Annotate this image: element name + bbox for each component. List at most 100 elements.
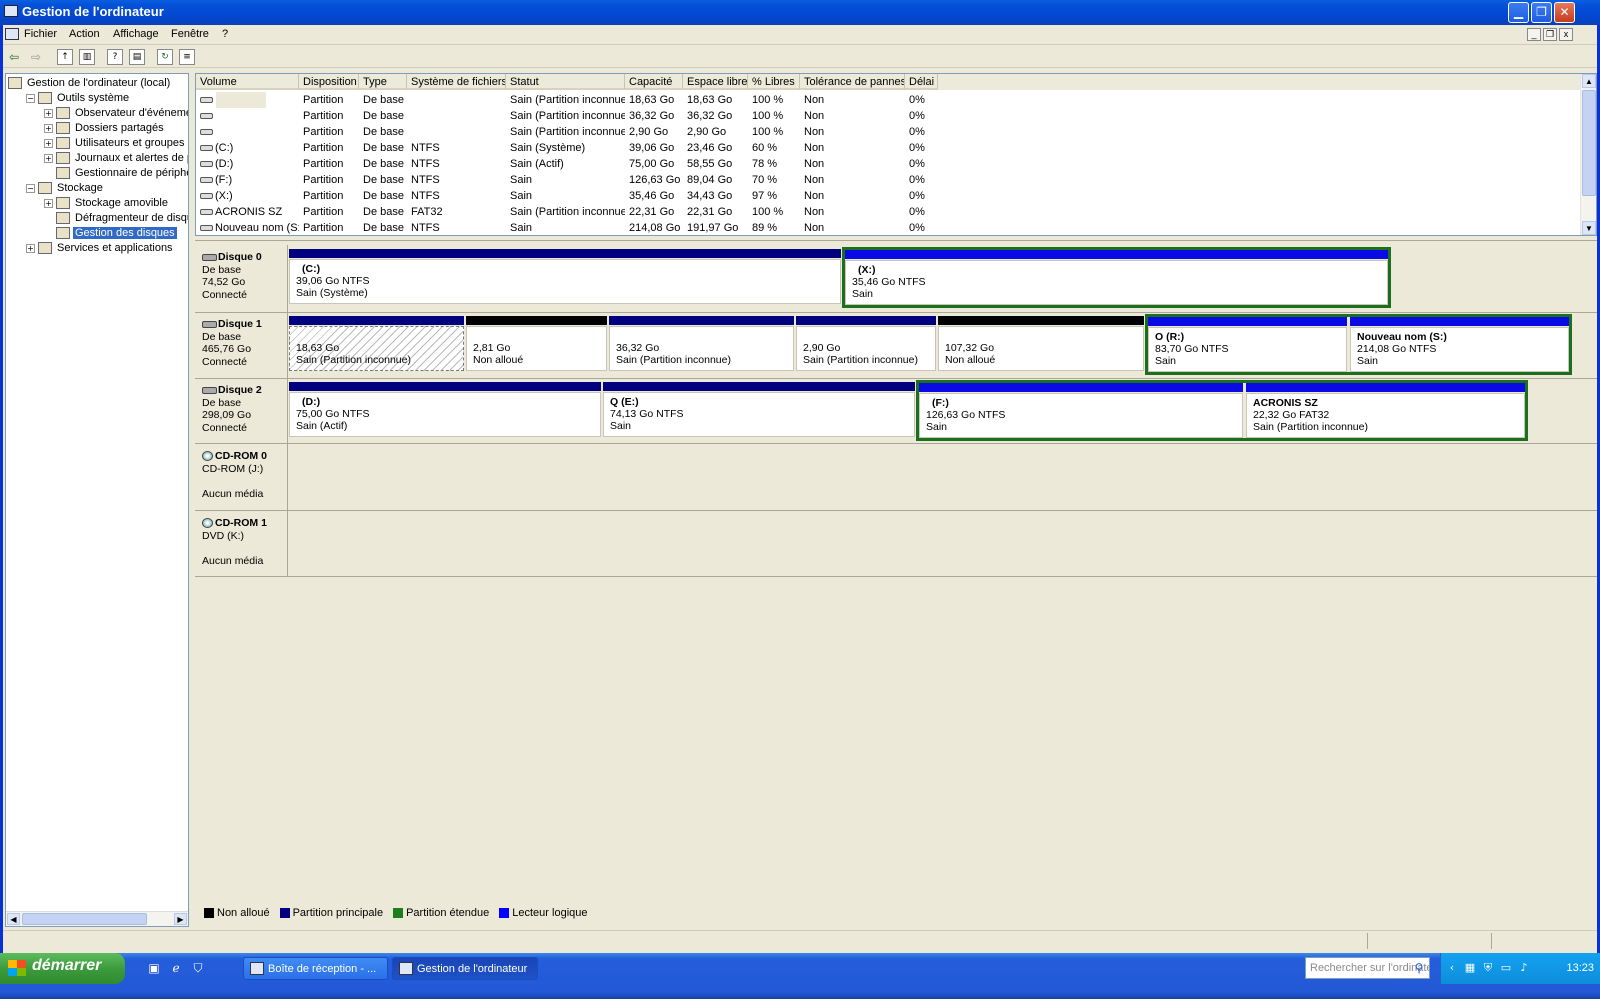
column-header[interactable]: Tolérance de pannes xyxy=(800,74,905,90)
defrag-icon xyxy=(56,212,70,225)
volume-list-scrollbar[interactable]: ▲ ▼ xyxy=(1580,74,1596,235)
menu-action[interactable]: Action xyxy=(69,28,100,40)
unallocated-space-1[interactable]: 2,81 Go Non alloué xyxy=(466,316,607,371)
mdi-minimize-button[interactable]: _ xyxy=(1527,28,1541,41)
table-row[interactable]: Partition De base Sain (Partition inconnue… xyxy=(196,124,1576,140)
expand-icon[interactable]: + xyxy=(44,198,53,208)
logical-drive-x[interactable]: (X:) 35,46 Go NTFS Sain xyxy=(845,250,1388,305)
disk-label-0[interactable]: Disque 0 De base 74,52 Go Connecté xyxy=(195,245,288,312)
app-menu-icon[interactable] xyxy=(5,28,19,40)
export-list-icon[interactable]: ≡ xyxy=(179,49,195,65)
unallocated-space-2[interactable]: 107,32 Go Non alloué xyxy=(938,316,1144,371)
menu-fenetre[interactable]: Fenêtre xyxy=(171,28,209,40)
show-tree-icon[interactable]: ▥ xyxy=(79,49,95,65)
partition-unknown-1[interactable]: 18,63 Go Sain (Partition inconnue) xyxy=(289,316,464,371)
menu-affichage[interactable]: Affichage xyxy=(113,28,159,40)
cdrom-label-1[interactable]: CD-ROM 1 DVD (K:) Aucun média xyxy=(195,511,288,576)
tree-node[interactable]: − Outils système xyxy=(26,91,131,106)
back-arrow-icon[interactable]: ⇦ xyxy=(6,49,22,65)
internet-explorer-icon[interactable]: ℯ xyxy=(168,960,184,976)
tree-node[interactable]: Défragmenteur de disque xyxy=(44,211,188,226)
tree-node[interactable]: + Dossiers partagés xyxy=(44,121,166,136)
menu-help[interactable]: ? xyxy=(222,28,228,40)
security-center-icon[interactable]: ⛉ xyxy=(190,960,206,976)
table-row[interactable]: (D:) Partition De base NTFS Sain (Actif) 75,0… xyxy=(196,156,1576,172)
logical-drive-r[interactable]: O (R:) 83,70 Go NTFS Sain xyxy=(1148,317,1347,372)
expand-icon[interactable]: + xyxy=(44,123,53,133)
shield-icon[interactable]: ⛨ xyxy=(1481,961,1495,975)
expand-icon[interactable]: + xyxy=(26,243,35,253)
column-header[interactable]: Système de fichiers xyxy=(407,74,506,90)
tree-node[interactable]: + Journaux et alertes de performance xyxy=(44,151,188,166)
expand-icon[interactable]: + xyxy=(44,138,53,148)
tree-node[interactable]: + Stockage amovible xyxy=(44,196,170,211)
column-header[interactable]: Délai xyxy=(905,74,938,90)
logical-drive-f[interactable]: (F:) 126,63 Go NTFS Sain xyxy=(919,383,1243,438)
close-button[interactable]: ✕ xyxy=(1554,2,1575,23)
tree-node[interactable]: + Observateur d'événements xyxy=(44,106,188,121)
column-header[interactable]: Espace libre xyxy=(683,74,748,90)
refresh-icon[interactable]: ↻ xyxy=(157,49,173,65)
help-icon[interactable]: ? xyxy=(107,49,123,65)
up-folder-icon[interactable]: ↑ xyxy=(57,49,73,65)
table-row[interactable]: (C:) Partition De base NTFS Sain (Système) 39… xyxy=(196,140,1576,156)
tree-node[interactable]: + Services et applications xyxy=(26,241,175,256)
tree-node[interactable]: − Stockage xyxy=(26,181,105,196)
scroll-thumb[interactable] xyxy=(1582,90,1596,196)
scroll-up-icon[interactable]: ▲ xyxy=(1582,74,1596,88)
column-header[interactable]: Capacité xyxy=(625,74,683,90)
partition-unknown-3[interactable]: 2,90 Go Sain (Partition inconnue) xyxy=(796,316,936,371)
title-bar[interactable]: Gestion de l'ordinateur ▁ ❐ ✕ xyxy=(0,0,1600,25)
table-row[interactable]: Partition De base Sain (Partition inconnue… xyxy=(196,92,1576,108)
minimize-button[interactable]: ▁ xyxy=(1508,2,1529,23)
task-inbox[interactable]: Boîte de réception - ... xyxy=(243,957,388,980)
tree-node[interactable]: + Utilisateurs et groupes locaux xyxy=(44,136,188,151)
table-row[interactable]: Partition De base Sain (Partition inconnue… xyxy=(196,108,1576,124)
partition-d[interactable]: (D:) 75,00 Go NTFS Sain (Actif) xyxy=(289,382,601,437)
forward-arrow-icon[interactable]: ⇨ xyxy=(28,49,44,65)
desktop-search-input[interactable]: Rechercher sur l'ordinateur ⚲ xyxy=(1305,957,1430,979)
logical-drive-acronis[interactable]: ACRONIS SZ 22,32 Go FAT32 Sain (Partition … xyxy=(1246,383,1525,438)
column-header[interactable]: Volume xyxy=(196,74,299,90)
table-row[interactable]: (F:) Partition De base NTFS Sain 126,63 Go 89,… xyxy=(196,172,1576,188)
task-computer-management[interactable]: Gestion de l'ordinateur xyxy=(392,957,538,980)
tree-node[interactable]: Gestionnaire de périphériques xyxy=(44,166,188,181)
tree-horizontal-scrollbar[interactable]: ◀ ▶ xyxy=(6,911,188,926)
scroll-down-icon[interactable]: ▼ xyxy=(1582,221,1596,235)
monitor-icon[interactable]: ▭ xyxy=(1499,961,1513,975)
logical-drive-s[interactable]: Nouveau nom (S:) 214,08 Go NTFS Sain xyxy=(1350,317,1569,372)
maximize-button[interactable]: ❐ xyxy=(1531,2,1552,23)
scroll-right-icon[interactable]: ▶ xyxy=(174,913,187,925)
table-row[interactable]: (X:) Partition De base NTFS Sain 35,46 Go 34,4… xyxy=(196,188,1576,204)
column-header[interactable]: Statut xyxy=(506,74,625,90)
collapse-icon[interactable]: − xyxy=(26,183,35,193)
table-row[interactable]: ACRONIS SZ Partition De base FAT32 Sain (Par… xyxy=(196,204,1576,220)
collapse-icon[interactable]: − xyxy=(26,93,35,103)
network-icon[interactable]: ▦ xyxy=(1463,961,1477,975)
properties-icon[interactable]: ▤ xyxy=(129,49,145,65)
scroll-thumb[interactable] xyxy=(22,913,147,925)
volume-icon[interactable]: ♪ xyxy=(1517,961,1531,975)
disk-label-2[interactable]: Disque 2 De base 298,09 Go Connecté xyxy=(195,378,288,443)
column-header[interactable]: Type xyxy=(359,74,407,90)
show-desktop-icon[interactable]: ▣ xyxy=(146,960,162,976)
table-row[interactable]: Nouveau nom (S:) Partition De base NTFS Sain… xyxy=(196,220,1576,235)
tree-node[interactable]: Gestion de l'ordinateur (local) xyxy=(8,76,172,91)
search-icon[interactable]: ⚲ xyxy=(1411,960,1427,976)
partition-unknown-2[interactable]: 36,32 Go Sain (Partition inconnue) xyxy=(609,316,794,371)
expand-icon[interactable]: + xyxy=(44,153,53,163)
partition-e[interactable]: Q (E:) 74,13 Go NTFS Sain xyxy=(603,382,915,437)
mdi-close-button[interactable]: x xyxy=(1559,28,1573,41)
disk-label-1[interactable]: Disque 1 De base 465,76 Go Connecté xyxy=(195,312,288,378)
cdrom-label-0[interactable]: CD-ROM 0 CD-ROM (J:) Aucun média xyxy=(195,444,288,510)
mdi-restore-button[interactable]: ❐ xyxy=(1543,28,1557,41)
column-header[interactable]: % Libres xyxy=(748,74,800,90)
scroll-left-icon[interactable]: ◀ xyxy=(7,913,20,925)
tree-node[interactable]: Gestion des disques xyxy=(44,226,177,241)
menu-fichier[interactable]: Fichier xyxy=(24,28,57,40)
expand-icon[interactable]: + xyxy=(44,108,53,118)
partition-c[interactable]: (C:) 39,06 Go NTFS Sain (Système) xyxy=(289,249,841,304)
start-button[interactable]: démarrer xyxy=(0,953,125,984)
chevron-left-icon[interactable]: ‹ xyxy=(1445,961,1459,975)
column-header[interactable]: Disposition xyxy=(299,74,359,90)
